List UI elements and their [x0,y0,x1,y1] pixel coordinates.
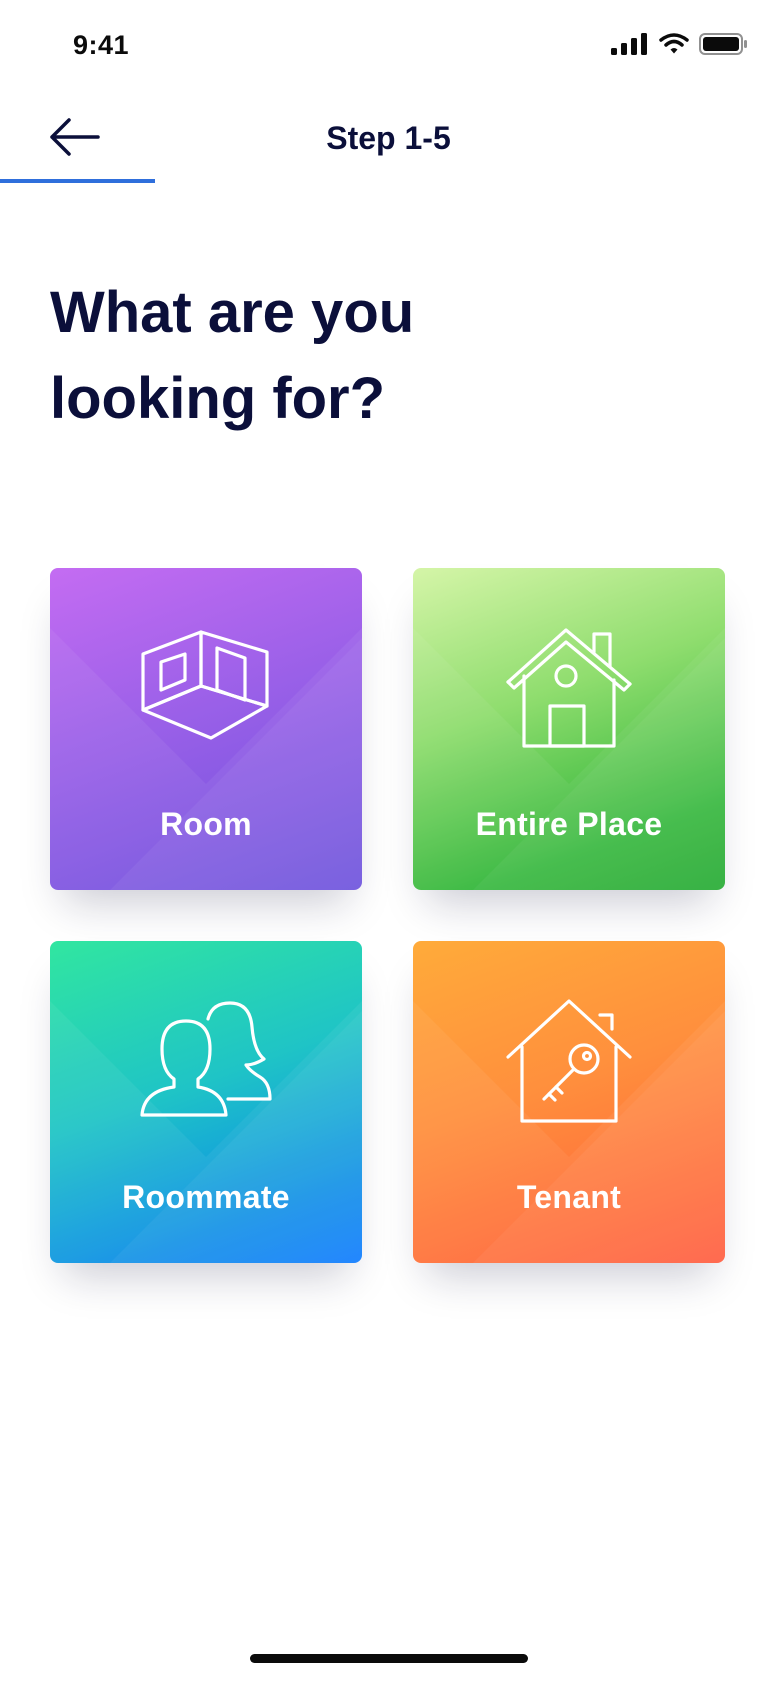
status-icons [611,33,747,55]
progress-bar [0,179,777,183]
wifi-icon [659,33,689,54]
option-card-entire-place[interactable]: Entire Place [413,568,725,890]
option-card-roommate[interactable]: Roommate [50,941,362,1263]
page-title-line-1: What are you [50,280,415,345]
option-card-tenant[interactable]: Tenant [413,941,725,1263]
house-icon [413,626,725,750]
battery-icon [699,33,747,55]
progress-fill [0,179,156,183]
people-icon [50,999,362,1123]
option-label: Roommate [122,1179,290,1215]
page-title: What are you looking for? [50,270,650,442]
room-cube-icon [50,626,362,746]
home-indicator [250,1654,528,1663]
step-title: Step 1-5 [326,120,451,156]
option-label: Entire Place [475,806,663,842]
option-label: Tenant [516,1179,622,1215]
option-card-room[interactable]: Room [50,568,362,890]
option-label: Room [160,806,252,842]
signal-icon [611,33,647,55]
house-key-icon [413,999,725,1123]
status-time: 9:41 [73,30,130,60]
status-bar: 9:41 [0,0,777,96]
nav-header: Step 1-5 [0,96,777,192]
page-title-line-2: looking for? [50,366,386,431]
